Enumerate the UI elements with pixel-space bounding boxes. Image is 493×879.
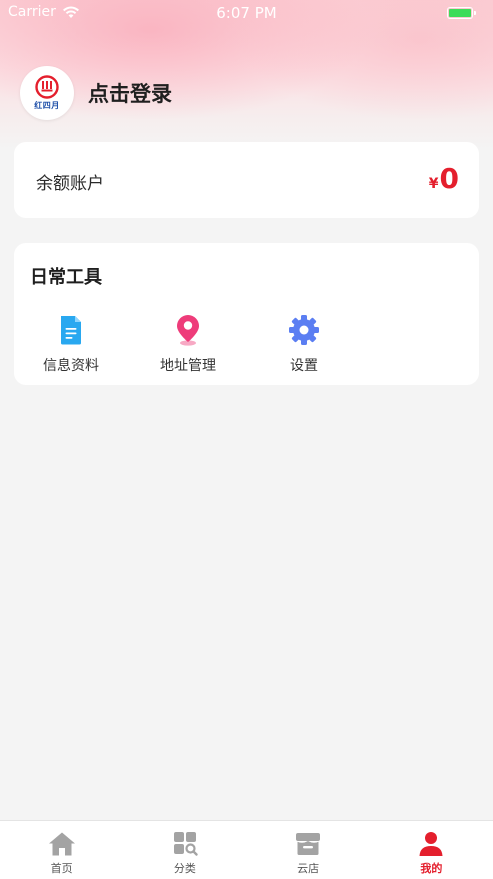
- avatar-brand-text: 红四月: [34, 101, 60, 110]
- document-icon: [61, 316, 81, 345]
- category-icon: [173, 832, 198, 856]
- balance-label: 余额账户: [36, 174, 104, 194]
- location-pin-icon: [177, 315, 199, 346]
- bottom-tab-bar: 首页 分类 云店 我的: [0, 820, 493, 879]
- battery-icon: [447, 7, 476, 19]
- login-link[interactable]: 点击登录: [88, 78, 172, 108]
- gear-icon: [289, 315, 319, 345]
- tab-label: 我的: [420, 862, 443, 875]
- tab-label: 首页: [50, 862, 73, 875]
- balance-amount: ¥ 0: [429, 162, 459, 195]
- tab-label: 分类: [173, 862, 196, 875]
- status-time: 6:07 PM: [216, 4, 277, 22]
- battery-level: [449, 9, 471, 17]
- tab-label: 云店: [297, 862, 320, 875]
- tool-label: 设置: [290, 358, 318, 374]
- tool-info-profile[interactable]: 信息资料: [16, 313, 126, 375]
- tool-address-management[interactable]: 地址管理: [133, 313, 243, 375]
- daily-tools-card: 日常工具 信息资料 地址管理 设置: [14, 243, 479, 385]
- tab-home[interactable]: 首页: [0, 821, 123, 879]
- tool-settings[interactable]: 设置: [249, 313, 359, 375]
- store-icon: [296, 833, 321, 855]
- tool-label: 地址管理: [160, 358, 216, 374]
- tool-label: 信息资料: [43, 358, 99, 374]
- brand-logo-icon: [35, 75, 59, 99]
- tab-mine[interactable]: 我的: [370, 821, 493, 879]
- balance-value: 0: [439, 162, 459, 195]
- status-bar: Carrier 6:07 PM: [0, 0, 493, 26]
- tab-cloud-store[interactable]: 云店: [247, 821, 370, 879]
- balance-card[interactable]: 余额账户 ¥ 0: [14, 142, 479, 218]
- home-icon: [48, 832, 75, 856]
- profile-header[interactable]: 红四月 点击登录: [20, 66, 172, 120]
- avatar[interactable]: 红四月: [20, 66, 74, 120]
- currency-symbol: ¥: [428, 176, 439, 192]
- tab-category[interactable]: 分类: [123, 821, 246, 879]
- tools-title: 日常工具: [30, 267, 102, 288]
- user-icon: [419, 832, 443, 856]
